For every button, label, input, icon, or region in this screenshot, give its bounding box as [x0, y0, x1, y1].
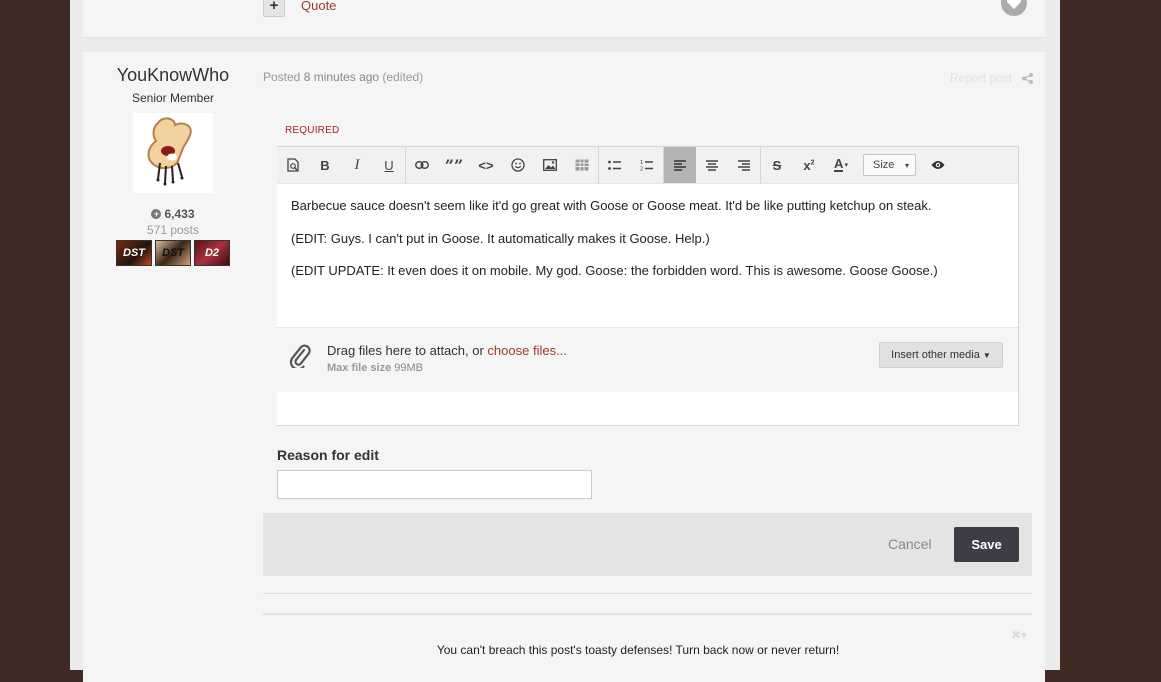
attachment-dropzone[interactable]: Drag files here to attach, or choose fil…	[277, 327, 1018, 392]
divider	[263, 613, 1032, 615]
reason-for-edit-label: Reason for edit	[277, 447, 379, 463]
badge-dst-1: DST	[116, 240, 152, 266]
page-column: + Quote YouKnowWho Senior Member +6,433	[70, 0, 1060, 682]
font-size-label: Size	[873, 159, 895, 171]
max-file-size-value: 99MB	[394, 362, 424, 374]
paperclip-icon	[289, 344, 311, 371]
editor-paragraph: (EDIT: Guys. I can't put in Goose. It au…	[291, 230, 710, 246]
emoji-icon[interactable]	[502, 147, 534, 183]
hide-signature-icon[interactable]: ✖▾	[1011, 628, 1027, 642]
image-icon[interactable]	[534, 147, 566, 183]
reputation: +6,433	[83, 207, 263, 221]
insert-other-media-button[interactable]: Insert other media ▼	[879, 342, 1003, 368]
bulleted-list-icon[interactable]	[599, 147, 631, 183]
font-size-dropdown[interactable]: Size ▾	[863, 154, 916, 176]
superscript-icon[interactable]: x2	[793, 147, 825, 183]
max-file-size-label: Max file size	[327, 362, 392, 374]
author-panel: YouKnowWho Senior Member +6,433 571 post…	[83, 52, 263, 266]
editor-paragraph: (EDIT UPDATE: It even does it on mobile.…	[291, 263, 938, 279]
align-center-icon[interactable]	[696, 147, 728, 183]
badge-d2: D2	[194, 240, 230, 266]
author-rank: Senior Member	[131, 91, 215, 105]
reason-for-edit-input[interactable]	[277, 470, 592, 499]
attach-instructions: Drag files here to attach, or choose fil…	[327, 343, 567, 358]
italic-icon[interactable]: I	[341, 147, 373, 183]
insert-media-label: Insert other media	[891, 349, 980, 361]
report-post-link[interactable]: Report post	[950, 71, 1012, 85]
posted-time[interactable]: 8 minutes ago	[304, 70, 379, 84]
signature: You can't breach this post's toasty defe…	[436, 643, 840, 657]
edit-actions-bar: Cancel Save	[263, 513, 1032, 576]
rich-text-editor: B I U ”” <> 1 2 S x2 A ▾ Size ▾ Barbecue…	[277, 146, 1019, 426]
editor-toolbar: B I U ”” <> 1 2 S x2 A ▾ Size ▾	[277, 147, 1018, 184]
source-icon[interactable]	[277, 147, 309, 183]
post: YouKnowWho Senior Member +6,433 571 post…	[83, 52, 1045, 682]
badge-dst-2: DST	[155, 240, 191, 266]
post-timestamp: Posted 8 minutes ago (edited)	[263, 70, 423, 84]
align-left-icon[interactable]	[664, 147, 696, 183]
editor-content[interactable]: Barbecue sauce doesn't seem like it'd go…	[277, 184, 1018, 310]
max-file-size: Max file size 99MB	[327, 362, 423, 374]
svg-text:1: 1	[640, 160, 643, 166]
link-icon[interactable]	[406, 147, 438, 183]
cancel-button[interactable]: Cancel	[888, 536, 932, 552]
posted-prefix: Posted	[263, 70, 304, 84]
svg-text:2: 2	[640, 167, 643, 172]
share-icon[interactable]	[1022, 72, 1033, 87]
required-label: REQUIRED	[285, 125, 340, 136]
previous-post-footer: + Quote	[83, 0, 1045, 38]
toast-avatar-icon	[147, 117, 192, 186]
author-name[interactable]: YouKnowWho	[83, 65, 263, 86]
strikethrough-icon[interactable]: S	[761, 147, 793, 183]
attach-prefix: Drag files here to attach, or	[327, 343, 488, 358]
reputation-plus-icon: +	[151, 209, 162, 219]
table-icon[interactable]	[566, 147, 598, 183]
bold-icon[interactable]: B	[309, 147, 341, 183]
badge-row: DST DST D2	[83, 240, 263, 266]
chevron-down-icon: ▾	[904, 161, 909, 170]
like-heart-icon[interactable]	[1001, 0, 1027, 16]
caret-down-icon: ▼	[982, 350, 991, 360]
preview-eye-icon[interactable]	[922, 147, 954, 183]
underline-icon[interactable]: U	[373, 147, 405, 183]
edited-label: (edited)	[379, 70, 424, 84]
reputation-value: 6,433	[164, 207, 195, 221]
code-icon[interactable]: <>	[470, 147, 502, 183]
choose-files-link[interactable]: choose files...	[487, 343, 567, 358]
text-color-icon[interactable]: A ▾	[825, 147, 857, 183]
multiquote-button[interactable]: +	[263, 0, 285, 17]
post-count: 571 posts	[146, 223, 200, 237]
quote-link[interactable]: Quote	[301, 0, 336, 13]
align-right-icon[interactable]	[728, 147, 760, 183]
numbered-list-icon[interactable]: 12	[631, 147, 663, 183]
editor-paragraph: Barbecue sauce doesn't seem like it'd go…	[291, 198, 932, 213]
divider	[263, 593, 1032, 594]
avatar[interactable]	[133, 113, 213, 193]
save-button[interactable]: Save	[954, 527, 1019, 562]
quote-icon[interactable]: ””	[438, 147, 470, 183]
